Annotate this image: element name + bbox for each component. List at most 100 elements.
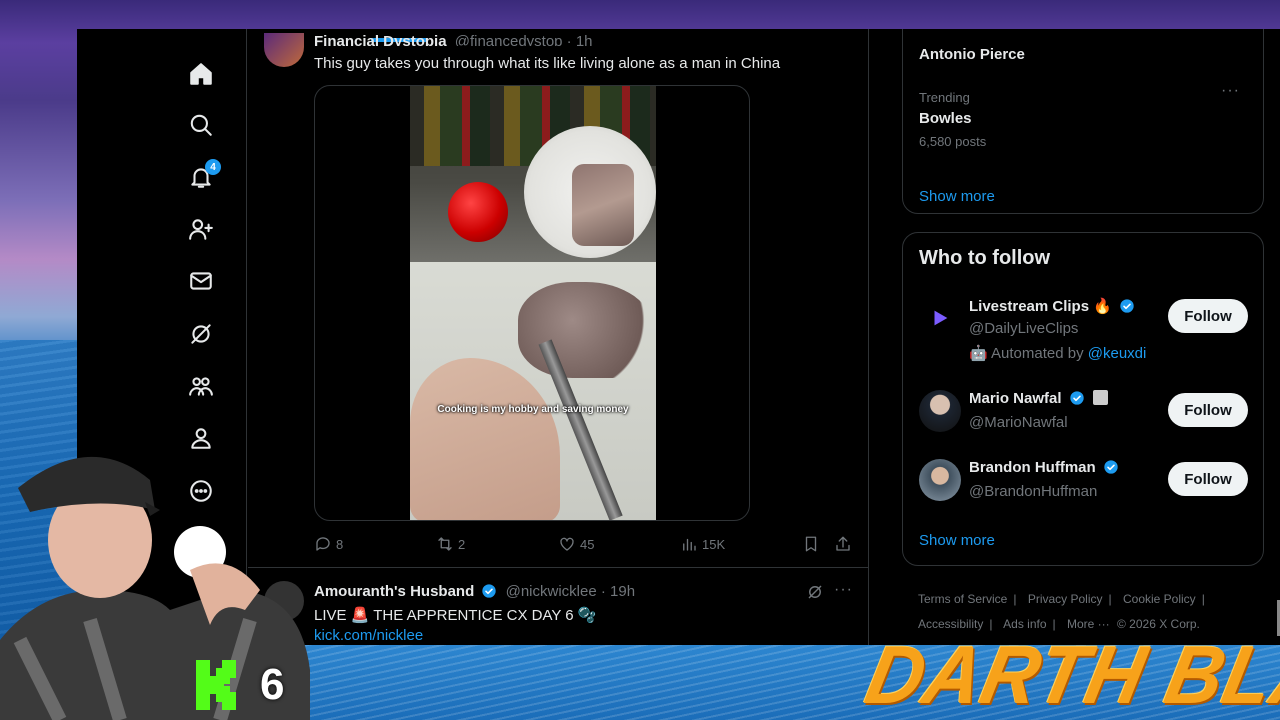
repost-count: 2: [458, 536, 466, 552]
explore-nav[interactable]: [179, 103, 223, 147]
account-name[interactable]: Mario Nawfal: [969, 390, 1108, 407]
author-handle[interactable]: @financedystop · 1h: [455, 33, 593, 46]
account-name[interactable]: Brandon Huffman: [969, 459, 1119, 476]
account-handle: @BrandonHuffman: [969, 483, 1098, 500]
communities-nav[interactable]: [179, 364, 223, 408]
like-count: 45: [580, 536, 595, 552]
home-icon: [190, 63, 212, 85]
bowl-meat: [572, 164, 634, 246]
footer-separator: |: [1201, 592, 1205, 606]
footer-link[interactable]: Cookie Policy: [1123, 592, 1196, 606]
play-icon: [934, 310, 948, 326]
more-options-icon[interactable]: ···: [1221, 82, 1240, 100]
grok-nav[interactable]: [179, 312, 223, 356]
follow-button[interactable]: Follow: [1168, 299, 1248, 333]
like-button[interactable]: 45: [558, 535, 594, 553]
reply-icon: [316, 537, 330, 551]
account-avatar[interactable]: [919, 297, 961, 339]
affiliate-badge-icon: [1092, 390, 1108, 405]
timeline-feed: Financial Dystopia @financedystop · 1h T…: [248, 29, 869, 645]
views-icon: [683, 538, 696, 551]
repost-icon: [438, 537, 452, 551]
more-options-icon[interactable]: ···: [834, 581, 853, 599]
add-person-icon: [189, 219, 213, 240]
who-to-follow-card: Who to follow Livestream Clips 🔥 @DailyL…: [902, 232, 1264, 566]
section-title: Who to follow: [919, 247, 1051, 269]
mail-icon: [190, 272, 212, 290]
verified-badge-icon: [482, 584, 497, 598]
notifications-nav[interactable]: 4: [179, 155, 223, 199]
tweet-link[interactable]: kick.com/nicklee: [314, 627, 423, 644]
kitchen-scene: [410, 86, 656, 262]
footer-link[interactable]: Terms of Service: [918, 592, 1007, 606]
video-caption: Cooking is my hobby and saving money: [437, 404, 629, 415]
right-sidebar: Antonio Pierce Trending ··· Bowles 6,580…: [869, 29, 1280, 645]
hand: [410, 358, 560, 520]
video-frame[interactable]: Cooking is my hobby and saving money: [410, 86, 656, 520]
bot-icon: 🤖: [969, 345, 992, 362]
show-more-link[interactable]: Show more: [919, 188, 995, 205]
tweet-divider: [248, 567, 869, 568]
show-more-link[interactable]: Show more: [919, 532, 995, 549]
automated-by-link[interactable]: @keuxdi: [1088, 345, 1147, 362]
search-icon: [190, 114, 212, 136]
follow-button[interactable]: Follow: [1168, 462, 1248, 496]
communities-icon: [189, 377, 213, 396]
tweet-text: LIVE 🚨 THE APPRENTICE CX DAY 6 🫧: [314, 607, 597, 624]
account-handle: @DailyLiveClips: [969, 320, 1079, 337]
trend-label: Trending: [919, 90, 970, 105]
tweet-text: This guy takes you through what its like…: [314, 55, 781, 72]
bookmark-icon: [805, 536, 817, 552]
account-handle: @MarioNawfal: [969, 414, 1068, 431]
tweet-video[interactable]: Cooking is my hobby and saving money: [314, 85, 750, 521]
trend-item[interactable]: Bowles: [919, 110, 972, 127]
verified-badge-icon: [1104, 460, 1118, 474]
meat-pile: [518, 282, 654, 378]
tweet-actions: 8 2 45 15K: [314, 535, 854, 555]
brand-logo-text: DARTH BLAZE: [858, 628, 1280, 720]
cutting-board: [410, 262, 656, 520]
verified-badge-icon: [1120, 299, 1134, 313]
verified-badge-icon: [1070, 391, 1084, 405]
author-name[interactable]: Financial Dystopia: [314, 33, 447, 46]
heart-icon: [560, 537, 574, 551]
tomato: [448, 182, 508, 242]
views-count: 15K: [702, 536, 726, 552]
messages-nav[interactable]: [179, 259, 223, 303]
author-handle[interactable]: @nickwicklee · 19h: [506, 583, 635, 600]
kick-logo-icon: [196, 660, 236, 710]
bookmark-button[interactable]: [802, 535, 820, 553]
author-avatar[interactable]: [264, 33, 304, 67]
account-name[interactable]: Livestream Clips 🔥: [969, 297, 1135, 315]
tweet-header: Financial Dystopia @financedystop · 1h: [314, 33, 593, 46]
trends-card: Antonio Pierce Trending ··· Bowles 6,580…: [902, 29, 1264, 214]
follow-button[interactable]: Follow: [1168, 393, 1248, 427]
automated-label: Automated by: [991, 345, 1084, 362]
account-avatar[interactable]: [919, 390, 961, 432]
share-icon: [836, 536, 850, 551]
account-name-text: Livestream Clips 🔥: [969, 298, 1112, 315]
footer-separator: |: [1013, 592, 1017, 606]
account-name-text: Mario Nawfal: [969, 390, 1062, 407]
views-button[interactable]: 15K: [680, 535, 725, 553]
trend-item[interactable]: Antonio Pierce: [919, 46, 1025, 63]
kick-follower-count: 6: [260, 660, 285, 709]
account-name-text: Brandon Huffman: [969, 459, 1096, 476]
footer-separator: |: [1108, 592, 1112, 606]
grok-icon[interactable]: [806, 583, 824, 601]
author-name[interactable]: Amouranth's Husband: [314, 583, 474, 600]
trend-count: 6,580 posts: [919, 134, 987, 149]
share-button[interactable]: [834, 535, 852, 553]
automated-note: 🤖 Automated by @keuxdi: [969, 344, 1146, 362]
grok-icon: [191, 324, 211, 344]
reply-button[interactable]: 8: [314, 535, 343, 553]
account-avatar[interactable]: [919, 459, 961, 501]
home-nav[interactable]: [179, 52, 223, 96]
repost-button[interactable]: 2: [436, 535, 465, 553]
notifications-badge: 4: [205, 159, 221, 175]
footer-link[interactable]: Privacy Policy: [1028, 592, 1103, 606]
tweet-header: Amouranth's Husband @nickwicklee · 19h: [314, 583, 635, 600]
bowl: [524, 126, 656, 258]
reply-count: 8: [336, 536, 344, 552]
follow-nav[interactable]: [179, 207, 223, 251]
